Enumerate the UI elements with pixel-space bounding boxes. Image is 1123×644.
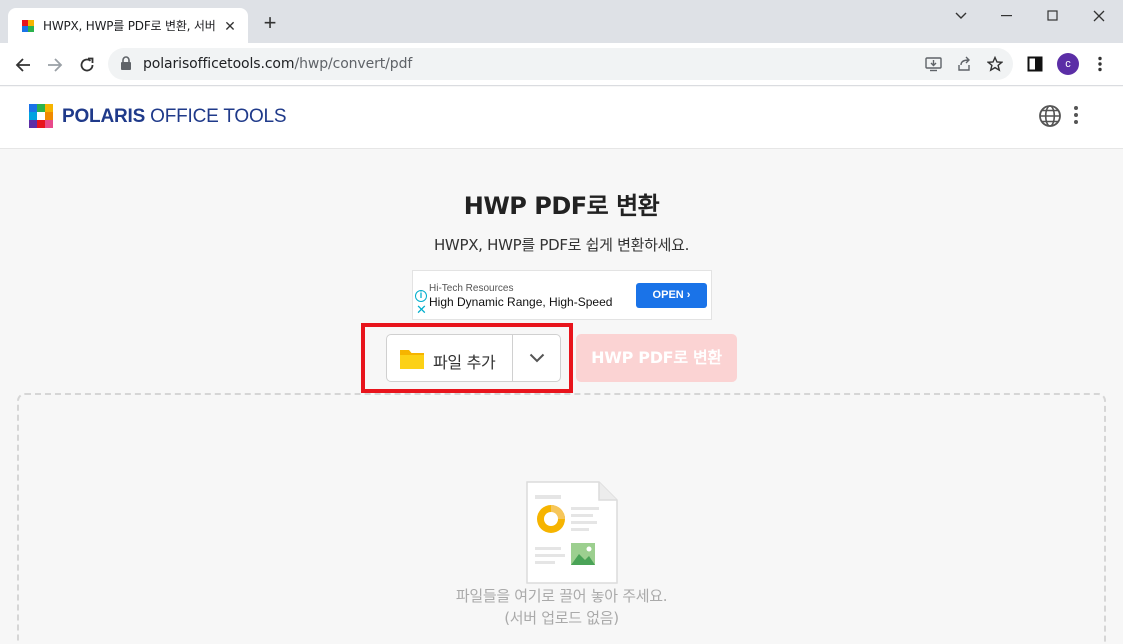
browser-toolbar: polarisofficetools.com/hwp/convert/pdf c	[0, 43, 1123, 86]
url-path: /hwp/convert/pdf	[294, 56, 413, 72]
forward-icon[interactable]	[42, 52, 68, 78]
minimize-icon[interactable]	[984, 0, 1030, 32]
document-illustration-icon	[523, 481, 619, 590]
logo-bold: POLARIS	[62, 106, 146, 127]
polaris-favicon-icon	[22, 19, 34, 32]
bookmark-star-icon[interactable]	[985, 54, 1005, 74]
polaris-logo-icon[interactable]	[29, 104, 53, 128]
tab-title: HWPX, HWP를 PDF로 변환, 서버	[43, 19, 216, 33]
profile-avatar[interactable]: c	[1057, 53, 1079, 75]
new-tab-icon[interactable]: +	[260, 12, 280, 34]
highlight-box	[361, 323, 573, 393]
maximize-icon[interactable]	[1030, 0, 1076, 32]
ad-banner[interactable]: i ✕ Hi-Tech Resources High Dynamic Range…	[412, 270, 712, 320]
side-panel-icon[interactable]	[1024, 53, 1046, 75]
tab-search-icon[interactable]	[938, 0, 984, 32]
page-subtitle: HWPX, HWP를 PDF로 쉽게 변환하세요.	[433, 236, 690, 254]
ad-open-button[interactable]: OPEN ›	[636, 283, 707, 308]
site-logo[interactable]: POLARIS OFFICE TOOLS	[62, 106, 287, 128]
address-bar[interactable]: polarisofficetools.com/hwp/convert/pdf	[108, 48, 1013, 80]
browser-menu-icon[interactable]	[1089, 53, 1111, 75]
tab-close-icon[interactable]: ✕	[222, 18, 238, 34]
dropzone-note: (서버 업로드 없음)	[504, 609, 619, 627]
reload-icon[interactable]	[74, 52, 100, 78]
back-icon[interactable]	[10, 52, 36, 78]
page-title: HWP PDF로 변환	[463, 192, 660, 220]
share-icon[interactable]	[954, 54, 974, 74]
window-close-icon[interactable]	[1076, 0, 1122, 32]
site-menu-icon[interactable]	[1073, 105, 1079, 130]
convert-button[interactable]: HWP PDF로 변환	[576, 334, 737, 382]
dropzone-hint: 파일들을 여기로 끌어 놓아 주세요.	[455, 587, 668, 605]
browser-tabbar: HWPX, HWP를 PDF로 변환, 서버 ✕ +	[0, 0, 1123, 43]
browser-tab[interactable]: HWPX, HWP를 PDF로 변환, 서버 ✕	[8, 8, 248, 43]
ad-headline: High Dynamic Range, High-Speed	[429, 295, 613, 309]
file-dropzone[interactable]: 파일들을 여기로 끌어 놓아 주세요. (서버 업로드 없음)	[17, 393, 1106, 644]
lock-icon[interactable]	[120, 56, 132, 76]
logo-light: OFFICE TOOLS	[145, 106, 287, 127]
url-host: polarisofficetools.com	[143, 56, 295, 72]
ad-info-icon[interactable]: i	[415, 290, 427, 302]
language-globe-icon[interactable]	[1038, 104, 1062, 133]
ad-brand: Hi-Tech Resources	[429, 283, 514, 294]
site-header: POLARIS OFFICE TOOLS	[0, 87, 1123, 149]
ad-close-icon[interactable]: ✕	[416, 303, 427, 317]
install-app-icon[interactable]	[923, 54, 943, 74]
url-text[interactable]: polarisofficetools.com/hwp/convert/pdf	[143, 56, 412, 72]
